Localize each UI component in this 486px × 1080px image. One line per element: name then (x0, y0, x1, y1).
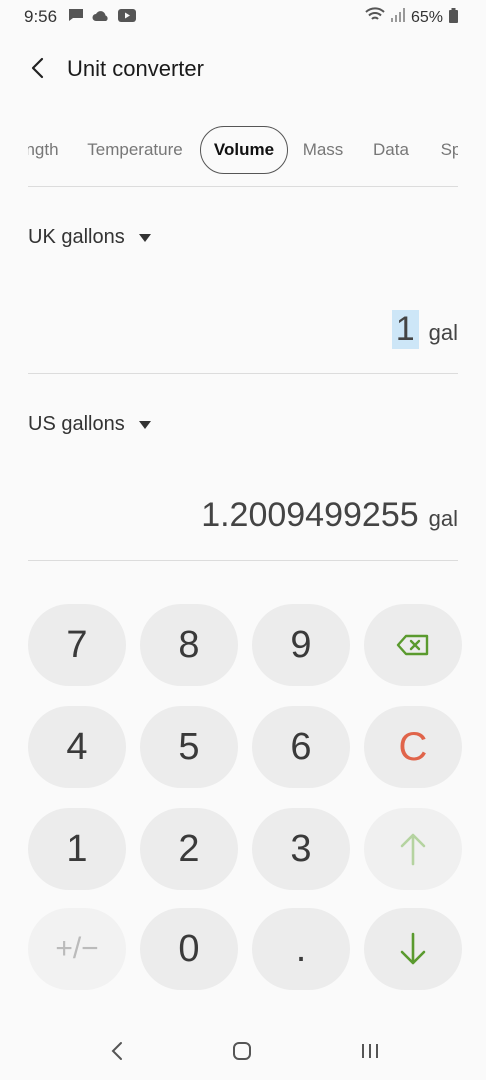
from-unit-abbr: gal (428, 320, 458, 345)
key-1[interactable]: 1 (28, 808, 126, 890)
message-icon (68, 8, 84, 27)
key-7[interactable]: 7 (28, 604, 126, 686)
backspace-button[interactable] (364, 604, 462, 686)
navigation-bar (0, 1020, 486, 1080)
key-9[interactable]: 9 (252, 604, 350, 686)
key-6[interactable]: 6 (252, 706, 350, 788)
tab-volume[interactable]: Volume (200, 126, 288, 174)
key-3[interactable]: 3 (252, 808, 350, 890)
clear-button[interactable]: C (364, 706, 462, 788)
home-icon (233, 1042, 251, 1060)
battery-icon (449, 7, 458, 28)
caret-down-icon (138, 233, 151, 242)
to-divider (28, 560, 458, 561)
cloud-icon (92, 9, 110, 27)
key-8[interactable]: 8 (140, 604, 238, 686)
status-time: 9:56 (24, 7, 58, 26)
to-unit-dropdown[interactable]: US gallons (28, 413, 151, 436)
tab-temperature[interactable]: Temperature (80, 126, 190, 174)
key-0[interactable]: 0 (140, 908, 238, 990)
page-title: Unit converter (67, 56, 204, 81)
arrow-up-icon (400, 833, 426, 866)
backspace-icon (396, 634, 429, 656)
to-unit-abbr: gal (428, 506, 458, 531)
youtube-icon (118, 8, 136, 27)
key-5[interactable]: 5 (140, 706, 238, 788)
app-header: Unit converter (0, 40, 486, 98)
caret-down-icon (138, 420, 151, 429)
from-value[interactable]: 1 (391, 310, 419, 349)
tab-length[interactable]: ngth (28, 126, 62, 174)
tab-data[interactable]: Data (368, 126, 414, 174)
from-value-field[interactable]: 1 gal (391, 310, 458, 349)
notification-icons (68, 8, 136, 27)
nav-home-button[interactable] (222, 1036, 262, 1066)
decimal-button[interactable]: . (252, 908, 350, 990)
tabs-divider (28, 186, 458, 187)
from-unit-label: UK gallons (28, 226, 125, 248)
to-value: 1.2009499255 (201, 496, 419, 534)
status-bar: 9:56 65% (0, 0, 486, 34)
plus-minus-button[interactable]: +/− (28, 908, 126, 990)
move-up-button[interactable] (364, 808, 462, 890)
move-down-button[interactable] (364, 908, 462, 990)
signal-icon (390, 8, 405, 27)
wifi-icon (365, 7, 385, 28)
key-4[interactable]: 4 (28, 706, 126, 788)
key-2[interactable]: 2 (140, 808, 238, 890)
from-divider (28, 373, 458, 374)
battery-percent: 65% (410, 8, 443, 26)
arrow-down-icon (400, 932, 426, 965)
category-tabs: ngth Temperature Volume Mass Data Sp (0, 124, 486, 180)
to-value-field[interactable]: 1.2009499255 gal (201, 496, 458, 535)
from-unit-dropdown[interactable]: UK gallons (28, 226, 151, 249)
tab-mass[interactable]: Mass (300, 126, 346, 174)
tab-speed[interactable]: Sp (436, 126, 458, 174)
chevron-left-icon (31, 57, 44, 79)
back-button[interactable] (22, 52, 54, 84)
nav-recents-button[interactable] (350, 1036, 390, 1066)
recents-icon (362, 1044, 378, 1058)
nav-back-icon (111, 1042, 122, 1060)
to-unit-label: US gallons (28, 413, 125, 435)
system-icons: 65% (365, 7, 458, 28)
nav-back-button[interactable] (97, 1036, 137, 1066)
